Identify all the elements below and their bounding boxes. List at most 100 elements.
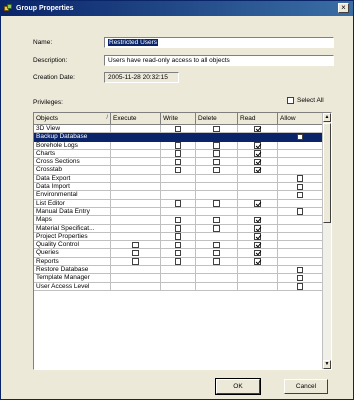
write-checkbox[interactable] bbox=[174, 158, 181, 166]
write-checkbox[interactable] bbox=[174, 142, 181, 149]
column-header-delete[interactable]: Delete bbox=[196, 113, 238, 125]
write-checkbox[interactable] bbox=[174, 200, 181, 207]
close-button[interactable]: × bbox=[338, 3, 349, 13]
select-all-label: Select All bbox=[297, 97, 324, 104]
execute-cell bbox=[111, 241, 161, 250]
table-row[interactable]: Queries bbox=[34, 249, 323, 258]
table-row[interactable]: Template Manager bbox=[34, 274, 323, 283]
table-row[interactable]: Maps bbox=[34, 216, 323, 225]
column-header-write[interactable]: Write bbox=[161, 113, 196, 125]
allow-checkbox[interactable] bbox=[296, 191, 303, 199]
ok-button[interactable]: OK bbox=[215, 378, 261, 395]
read-checkbox[interactable] bbox=[254, 216, 261, 224]
allow-cell bbox=[278, 199, 323, 208]
execute-cell bbox=[111, 207, 161, 217]
allow-checkbox[interactable] bbox=[296, 208, 303, 215]
title-bar[interactable]: Group Properties × bbox=[1, 1, 353, 16]
allow-checkbox[interactable] bbox=[296, 133, 303, 141]
execute-cell bbox=[111, 249, 161, 258]
table-row[interactable]: Quality Control bbox=[34, 241, 323, 250]
column-header-execute[interactable]: Execute bbox=[111, 113, 161, 125]
read-checkbox[interactable] bbox=[254, 200, 261, 207]
execute-cell bbox=[111, 216, 161, 225]
execute-checkbox[interactable] bbox=[132, 249, 139, 257]
table-row[interactable]: Data Export bbox=[34, 174, 323, 184]
read-cell bbox=[238, 174, 278, 184]
column-header-objects[interactable]: Objects / bbox=[34, 113, 111, 125]
delete-checkbox[interactable] bbox=[213, 200, 220, 207]
table-row[interactable]: Restore Database bbox=[34, 266, 323, 275]
write-checkbox[interactable] bbox=[174, 258, 181, 265]
table-row[interactable]: Backup Database bbox=[34, 133, 323, 142]
column-header-label: Objects bbox=[36, 115, 59, 122]
select-all-checkbox[interactable]: Select All bbox=[287, 97, 324, 104]
read-checkbox[interactable] bbox=[254, 249, 261, 257]
delete-checkbox[interactable] bbox=[213, 150, 220, 157]
allow-checkbox[interactable] bbox=[296, 175, 303, 182]
allow-cell bbox=[278, 141, 323, 150]
select-all-box[interactable] bbox=[287, 97, 294, 104]
write-checkbox[interactable] bbox=[174, 216, 181, 224]
table-row[interactable]: Crosstab bbox=[34, 166, 323, 175]
read-checkbox[interactable] bbox=[254, 142, 261, 149]
vertical-scrollbar[interactable]: ▲ ▼ bbox=[322, 113, 331, 369]
execute-checkbox[interactable] bbox=[132, 258, 139, 265]
delete-checkbox[interactable] bbox=[213, 249, 220, 257]
table-row[interactable]: Cross Sections bbox=[34, 158, 323, 167]
read-checkbox[interactable] bbox=[254, 241, 261, 249]
column-header-label: Read bbox=[240, 115, 256, 122]
table-row[interactable]: Charts bbox=[34, 149, 323, 159]
write-checkbox[interactable] bbox=[174, 233, 181, 240]
read-cell bbox=[238, 224, 278, 233]
read-checkbox[interactable] bbox=[254, 225, 261, 232]
delete-cell bbox=[196, 158, 238, 167]
column-header-allow[interactable]: Allow bbox=[278, 113, 323, 125]
delete-checkbox[interactable] bbox=[213, 225, 220, 232]
scroll-down-button[interactable]: ▼ bbox=[323, 360, 331, 369]
write-checkbox[interactable] bbox=[174, 249, 181, 257]
execute-checkbox[interactable] bbox=[132, 241, 139, 249]
table-row[interactable]: 3D View bbox=[34, 125, 323, 134]
column-header-read[interactable]: Read bbox=[238, 113, 278, 125]
delete-checkbox[interactable] bbox=[213, 125, 220, 132]
table-row[interactable]: List Editor bbox=[34, 199, 323, 208]
read-checkbox[interactable] bbox=[254, 166, 261, 174]
delete-checkbox[interactable] bbox=[213, 241, 220, 249]
table-row[interactable]: Borehole Logs bbox=[34, 141, 323, 150]
object-name-cell: List Editor bbox=[34, 199, 111, 208]
write-checkbox[interactable] bbox=[174, 225, 181, 232]
object-name-cell: Queries bbox=[34, 249, 111, 258]
write-checkbox[interactable] bbox=[174, 150, 181, 157]
delete-checkbox[interactable] bbox=[213, 166, 220, 174]
name-field[interactable]: Restricted Users bbox=[104, 37, 334, 48]
table-row[interactable]: Manual Data Entry bbox=[34, 207, 323, 217]
object-name-cell: Data Export bbox=[34, 174, 111, 184]
read-checkbox[interactable] bbox=[254, 158, 261, 166]
write-cell bbox=[161, 141, 196, 150]
table-row[interactable]: Data Import bbox=[34, 183, 323, 192]
allow-checkbox[interactable] bbox=[296, 283, 303, 290]
allow-checkbox[interactable] bbox=[296, 266, 303, 274]
allow-checkbox[interactable] bbox=[296, 183, 303, 191]
allow-checkbox[interactable] bbox=[296, 274, 303, 282]
delete-checkbox[interactable] bbox=[213, 158, 220, 166]
table-row[interactable]: Reports bbox=[34, 257, 323, 267]
read-checkbox[interactable] bbox=[254, 258, 261, 265]
write-checkbox[interactable] bbox=[174, 125, 181, 132]
write-checkbox[interactable] bbox=[174, 166, 181, 174]
read-checkbox[interactable] bbox=[254, 150, 261, 157]
description-field[interactable]: Users have read-only access to all objec… bbox=[104, 55, 334, 66]
scroll-thumb[interactable] bbox=[323, 123, 331, 223]
table-row[interactable]: Material Specificat... bbox=[34, 224, 323, 233]
table-row[interactable]: Environmental bbox=[34, 191, 323, 200]
delete-checkbox[interactable] bbox=[213, 142, 220, 149]
write-checkbox[interactable] bbox=[174, 241, 181, 249]
cancel-button[interactable]: Cancel bbox=[284, 379, 328, 394]
read-checkbox[interactable] bbox=[254, 125, 261, 132]
table-row[interactable]: Project Properties bbox=[34, 232, 323, 242]
delete-checkbox[interactable] bbox=[213, 216, 220, 224]
scroll-up-button[interactable]: ▲ bbox=[323, 113, 331, 122]
table-row[interactable]: User Access Level bbox=[34, 282, 323, 291]
delete-checkbox[interactable] bbox=[213, 258, 220, 265]
read-checkbox[interactable] bbox=[254, 233, 261, 240]
